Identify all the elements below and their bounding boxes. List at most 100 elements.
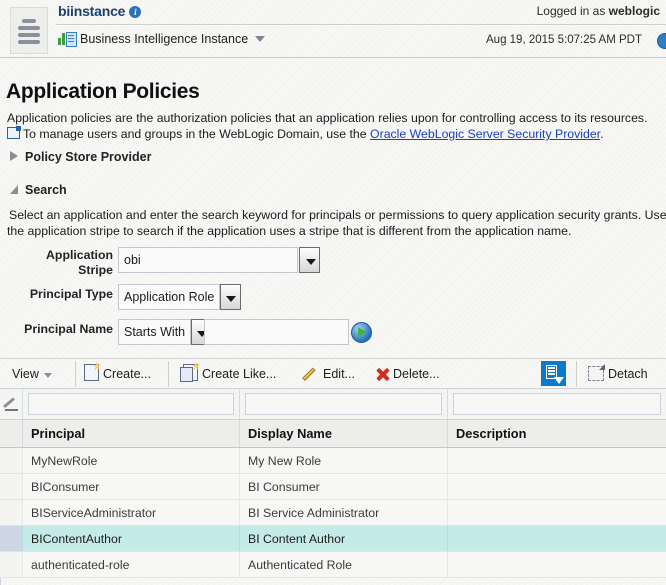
instance-name-label: biinstance [58,3,126,19]
section-search[interactable]: Search [10,183,67,197]
chevron-down-icon[interactable] [255,35,266,42]
toolbar-divider [168,361,169,387]
breadcrumb[interactable]: Business Intelligence Instance [58,31,266,47]
cell-display-name: BI Content Author [240,526,448,551]
column-header-display-name[interactable]: Display Name [240,420,448,447]
principal-type-dropdown-button[interactable] [220,284,242,310]
view-menu-button[interactable]: View [12,363,52,385]
table-filter-row [0,389,666,420]
filter-funnel-icon [554,377,564,384]
column-header-description[interactable]: Description [448,420,666,447]
edit-label: Edit... [323,367,355,381]
header-divider [56,24,666,25]
form-row-principal-name: Principal Name Starts With [0,314,666,348]
principal-type-select[interactable]: Application Role [118,284,242,310]
external-launch-icon [7,126,21,139]
section-policy-store-provider-label: Policy Store Provider [25,150,152,164]
row-selector[interactable] [0,474,23,499]
weblogic-security-provider-link[interactable]: Oracle WebLogic Server Security Provider [370,127,600,141]
column-header-principal[interactable]: Principal [23,420,240,447]
server-timestamp: Aug 19, 2015 5:07:25 AM PDT [486,34,642,46]
table-row[interactable]: BIServiceAdministrator BI Service Admini… [0,500,666,526]
create-label: Create... [103,367,151,381]
hamburger-menu-icon [18,19,40,47]
table-header-row: Principal Display Name Description [0,420,666,448]
principal-name-operator-value[interactable]: Starts With [118,319,192,345]
description-pre-text: To manage users and groups in the WebLog… [23,127,371,141]
hamburger-menu-button[interactable] [10,7,48,54]
row-selector[interactable] [0,552,23,577]
search-form: Application Stripe Principal Type Applic… [0,244,666,348]
breadcrumb-label: Business Intelligence Instance [80,31,249,46]
search-help-line2: the application stripe to search if the … [7,224,572,238]
table-toolbar: View Create... Create Like... Edit... De… [0,358,666,389]
cell-display-name: BI Service Administrator [240,500,448,525]
form-row-application-stripe: Application Stripe [0,244,666,280]
principal-type-value[interactable]: Application Role [118,284,221,310]
detach-button[interactable]: Detach [588,363,648,385]
filter-input-principal[interactable] [28,393,234,415]
principal-name-input[interactable] [204,319,349,345]
page-title: Application Policies [6,80,200,103]
row-selector[interactable] [0,448,23,473]
cell-description [448,448,666,473]
application-stripe-label: Application Stripe [46,248,113,277]
cell-principal: BIServiceAdministrator [23,500,240,525]
cell-description [448,474,666,499]
top-header-bar: biinstance i Business Intelligence Instan… [0,0,666,58]
chevron-right-icon[interactable] [10,151,18,161]
page-description-line2: To manage users and groups in the WebLog… [7,126,666,141]
create-like-button[interactable]: Create Like... [180,363,276,385]
table-row[interactable]: authenticated-role Authenticated Role [0,552,666,578]
header-cell-selector [0,420,23,447]
filter-cell-description [448,389,666,419]
principal-name-operator-select[interactable]: Starts With [118,319,213,345]
filter-cell-principal [23,389,240,419]
toolbar-divider [576,361,577,387]
table-row-selected[interactable]: BIContentAuthor BI Content Author [0,526,666,552]
search-go-button[interactable] [351,322,372,343]
delete-x-icon [375,367,389,381]
detach-label: Detach [608,367,648,381]
cell-principal: authenticated-role [23,552,240,577]
application-stripe-input[interactable] [118,247,298,273]
cell-principal: MyNewRole [23,448,240,473]
row-selector[interactable] [0,500,23,525]
info-icon[interactable]: i [129,6,142,18]
page-instance-title: biinstance i [58,3,142,19]
delete-button[interactable]: Delete... [375,363,440,385]
cell-principal: BIConsumer [23,474,240,499]
logged-in-status: Logged in as weblogic [537,4,660,18]
row-selector[interactable] [0,526,23,551]
application-policies-table: Principal Display Name Description MyNew… [0,389,666,578]
cell-description [448,526,666,551]
edit-button[interactable]: Edit... [305,363,355,385]
section-search-label: Search [25,183,67,197]
toolbar-divider [75,361,76,387]
topbar-bottom-divider [0,57,666,58]
filter-row-indicator [0,389,23,419]
search-help-line1: Select an application and enter the sear… [9,208,666,222]
application-stripe-dropdown-button[interactable] [299,247,320,273]
query-by-example-button[interactable] [541,361,566,386]
cell-description [448,500,666,525]
table-row[interactable]: MyNewRole My New Role [0,448,666,474]
application-policies-page: biinstance i Business Intelligence Instan… [0,0,666,585]
create-button[interactable]: Create... [84,363,151,385]
help-icon[interactable] [657,33,666,49]
filter-input-description[interactable] [453,393,661,415]
description-post-text: . [600,127,604,141]
application-stripe-lov [118,247,320,273]
table-row[interactable]: BIConsumer BI Consumer [0,474,666,500]
pencil-icon [305,367,319,381]
principal-name-label: Principal Name [24,322,113,336]
cell-display-name: My New Role [240,448,448,473]
section-policy-store-provider[interactable]: Policy Store Provider [10,150,151,164]
filter-input-display-name[interactable] [245,393,442,415]
logged-in-username: weblogic [608,4,660,18]
chevron-down-expanded-icon[interactable] [10,185,18,194]
row-edit-indicator-icon [4,398,18,411]
bi-instance-icon [58,31,77,47]
principal-type-label: Principal Type [29,287,113,301]
form-row-principal-type: Principal Type Application Role [0,280,666,314]
